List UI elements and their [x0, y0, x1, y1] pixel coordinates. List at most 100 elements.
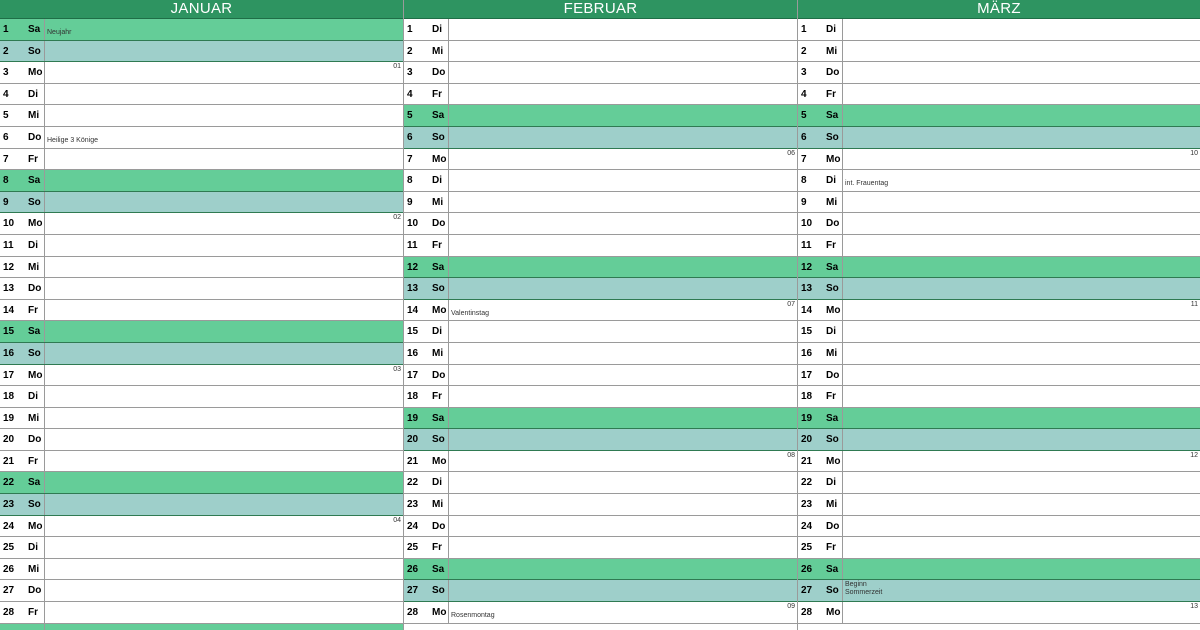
- day-note-cell[interactable]: [44, 83, 403, 105]
- day-note-cell[interactable]: [448, 364, 797, 386]
- day-note-cell[interactable]: [842, 256, 1200, 278]
- day-row[interactable]: 27 Do: [0, 580, 403, 603]
- day-row[interactable]: 8 Sa: [0, 170, 403, 192]
- day-row[interactable]: 21 Mo 12: [798, 450, 1200, 473]
- day-row[interactable]: 3 Mo 01: [0, 62, 403, 84]
- day-note-cell[interactable]: [44, 386, 403, 407]
- day-note-cell[interactable]: [842, 19, 1200, 40]
- day-row[interactable]: 1 Di: [404, 19, 797, 41]
- day-row[interactable]: 5 Sa: [404, 105, 797, 127]
- day-note-cell[interactable]: [448, 278, 797, 299]
- day-note-cell[interactable]: [842, 278, 1200, 299]
- day-row[interactable]: 24 Mo 04: [0, 515, 403, 538]
- day-note-cell[interactable]: [448, 558, 797, 580]
- day-row[interactable]: 26 Sa: [798, 558, 1200, 581]
- day-row[interactable]: 23 Mi: [404, 494, 797, 516]
- day-note-cell[interactable]: [44, 472, 403, 494]
- day-note-cell[interactable]: [44, 105, 403, 126]
- day-note-cell[interactable]: [448, 407, 797, 429]
- day-row[interactable]: 11 Fr: [404, 234, 797, 257]
- day-note-cell[interactable]: [44, 494, 403, 515]
- day-row[interactable]: 2 So: [0, 40, 403, 63]
- day-row[interactable]: 12 Sa: [404, 256, 797, 279]
- day-row[interactable]: 2 Mi: [404, 40, 797, 63]
- day-note-cell[interactable]: Neujahr: [44, 19, 403, 40]
- day-note-cell[interactable]: [842, 407, 1200, 429]
- day-note-cell[interactable]: 06: [448, 148, 797, 170]
- day-row[interactable]: 20 So: [798, 429, 1200, 451]
- day-note-cell[interactable]: [448, 83, 797, 105]
- day-note-cell[interactable]: [448, 126, 797, 148]
- day-note-cell[interactable]: [842, 342, 1200, 364]
- day-row[interactable]: 13 Do: [0, 278, 403, 300]
- day-note-cell[interactable]: [448, 234, 797, 256]
- day-row[interactable]: 7 Mo 06: [404, 148, 797, 171]
- day-row[interactable]: 6 Do Heilige 3 Könige: [0, 126, 403, 149]
- day-row[interactable]: 22 Sa: [0, 472, 403, 495]
- day-note-cell[interactable]: [448, 256, 797, 278]
- day-row[interactable]: 27 So Beginn Sommerzeit: [798, 580, 1200, 603]
- day-row[interactable]: 21 Mo 08: [404, 450, 797, 473]
- day-note-cell[interactable]: [842, 494, 1200, 515]
- day-row[interactable]: 18 Fr: [798, 386, 1200, 408]
- day-row[interactable]: 17 Do: [798, 364, 1200, 387]
- day-row[interactable]: 12 Sa: [798, 256, 1200, 279]
- day-row[interactable]: 8 Di int. Frauentag: [798, 170, 1200, 192]
- day-row[interactable]: 17 Do: [404, 364, 797, 387]
- day-row[interactable]: 25 Di: [0, 537, 403, 559]
- day-note-cell[interactable]: 10: [842, 148, 1200, 170]
- day-note-cell[interactable]: [448, 19, 797, 40]
- day-note-cell[interactable]: [44, 148, 403, 170]
- day-row[interactable]: 15 Di: [404, 321, 797, 343]
- day-row[interactable]: 9 Mi: [798, 191, 1200, 214]
- day-note-cell[interactable]: [448, 386, 797, 407]
- day-row[interactable]: 17 Mo 03: [0, 364, 403, 387]
- day-note-cell[interactable]: Beginn Sommerzeit: [842, 580, 1200, 602]
- day-note-cell[interactable]: 13: [842, 602, 1200, 623]
- day-row[interactable]: 6 So: [404, 126, 797, 149]
- day-note-cell[interactable]: 08: [448, 450, 797, 472]
- day-note-cell[interactable]: [842, 213, 1200, 234]
- day-note-cell[interactable]: int. Frauentag: [842, 170, 1200, 191]
- day-row[interactable]: 20 So: [404, 429, 797, 451]
- day-row[interactable]: 4 Fr: [404, 83, 797, 106]
- day-note-cell[interactable]: [448, 515, 797, 537]
- day-note-cell[interactable]: [448, 213, 797, 234]
- day-row[interactable]: 24 Do: [404, 515, 797, 538]
- day-row[interactable]: 16 Mi: [798, 342, 1200, 365]
- day-note-cell[interactable]: [448, 580, 797, 602]
- day-note-cell[interactable]: [448, 40, 797, 62]
- day-note-cell[interactable]: 03: [44, 364, 403, 386]
- day-note-cell[interactable]: [448, 170, 797, 191]
- day-note-cell[interactable]: [44, 299, 403, 321]
- day-note-cell[interactable]: [448, 191, 797, 213]
- day-note-cell[interactable]: [448, 494, 797, 515]
- day-note-cell[interactable]: [44, 234, 403, 256]
- day-row[interactable]: 16 So: [0, 342, 403, 365]
- day-note-cell[interactable]: [448, 342, 797, 364]
- day-row[interactable]: 5 Sa: [798, 105, 1200, 127]
- day-row[interactable]: 4 Di: [0, 83, 403, 106]
- day-row[interactable]: 15 Sa: [0, 321, 403, 343]
- day-row[interactable]: 28 Fr: [0, 602, 403, 624]
- day-note-cell[interactable]: [842, 105, 1200, 126]
- day-note-cell[interactable]: [44, 537, 403, 558]
- day-note-cell[interactable]: [842, 558, 1200, 580]
- day-note-cell[interactable]: [44, 429, 403, 450]
- day-row[interactable]: 10 Mo 02: [0, 213, 403, 235]
- day-note-cell[interactable]: [842, 429, 1200, 450]
- day-note-cell[interactable]: [44, 321, 403, 342]
- day-row[interactable]: 11 Di: [0, 234, 403, 257]
- day-row[interactable]: 18 Di: [0, 386, 403, 408]
- day-note-cell[interactable]: [448, 62, 797, 83]
- day-row[interactable]: 26 Sa: [404, 558, 797, 581]
- day-row[interactable]: 6 So: [798, 126, 1200, 149]
- day-note-cell[interactable]: [842, 40, 1200, 62]
- day-note-cell[interactable]: 04: [44, 515, 403, 537]
- day-row[interactable]: 28 Mo Rosenmontag 09: [404, 602, 797, 624]
- day-note-cell[interactable]: [44, 170, 403, 191]
- day-note-cell[interactable]: [842, 321, 1200, 342]
- day-row[interactable]: 21 Fr: [0, 450, 403, 473]
- day-note-cell[interactable]: [44, 450, 403, 472]
- day-row[interactable]: 24 Do: [798, 515, 1200, 538]
